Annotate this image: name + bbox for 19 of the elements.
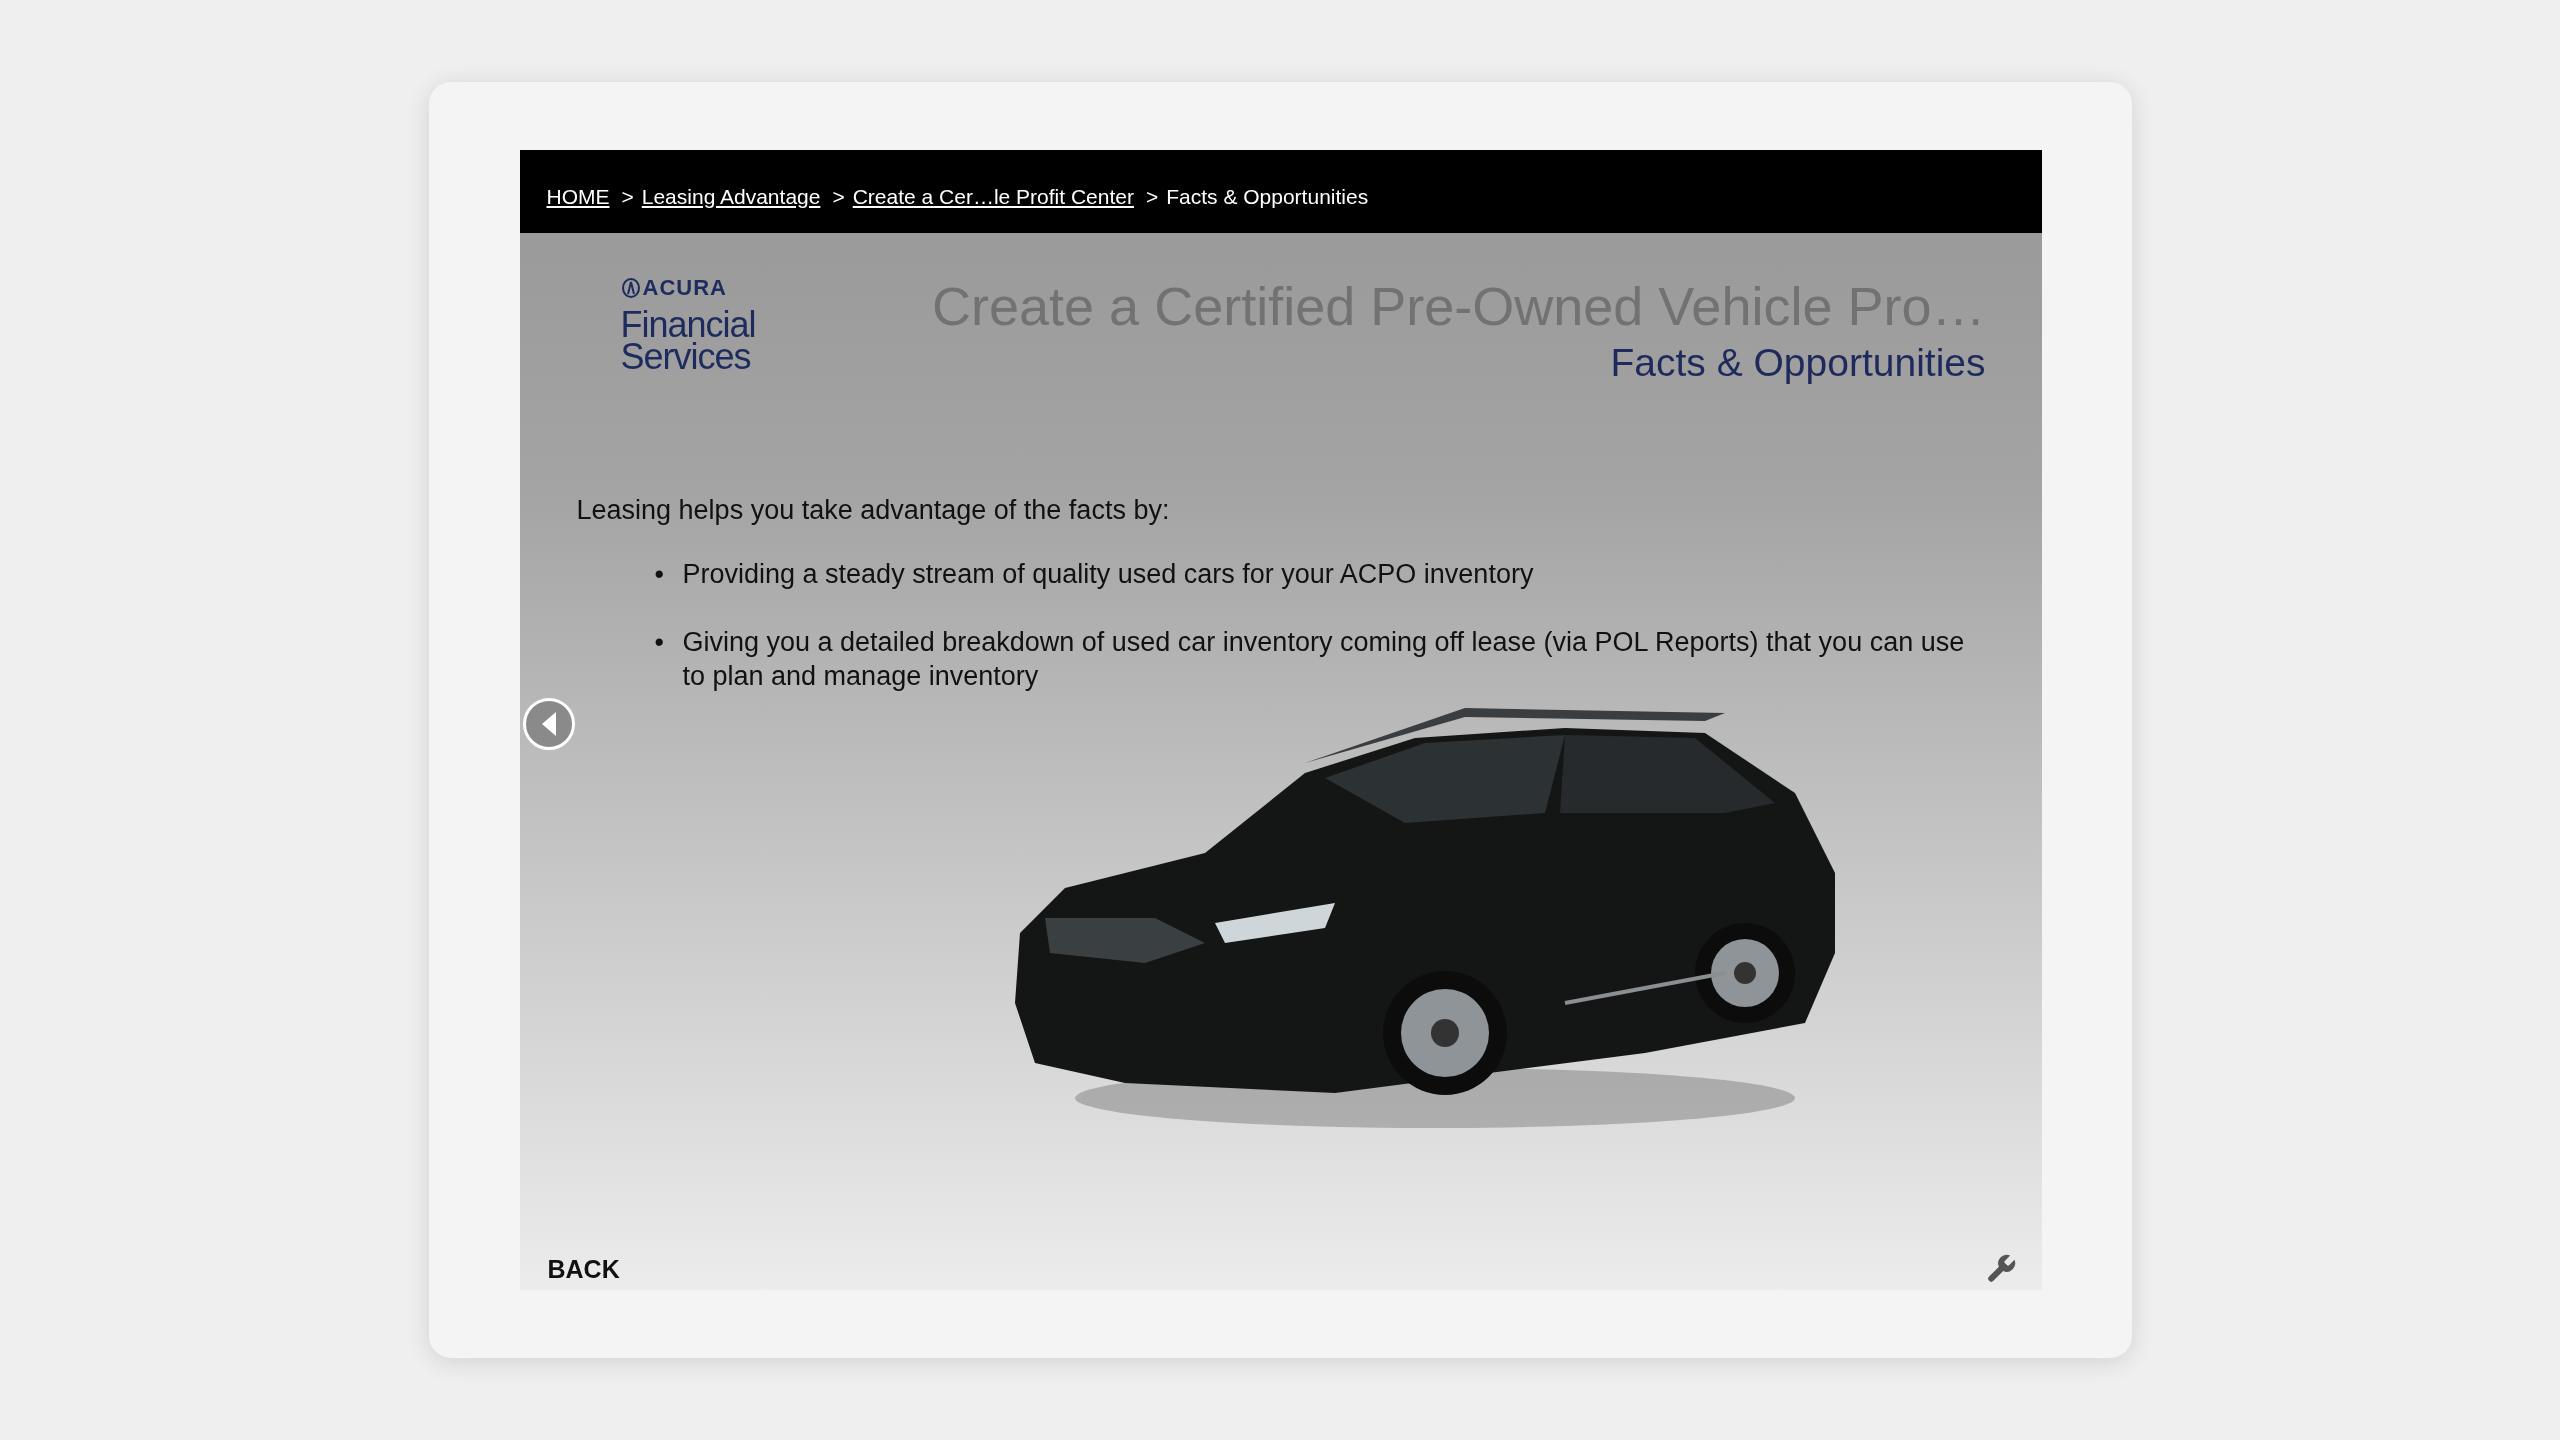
breadcrumb-current: Facts & Opportunities (1166, 184, 1369, 209)
logo-text: Services (620, 341, 751, 373)
bullet-text: Providing a steady stream of quality used cars for your ACPO inventory (682, 558, 1535, 591)
bullet-marker: • (654, 626, 665, 659)
bullet-marker: • (654, 558, 665, 591)
back-button[interactable]: BACK (547, 1254, 620, 1284)
breadcrumb-link[interactable]: Leasing Advantage (641, 184, 821, 209)
logo-text: Financial (620, 309, 756, 341)
intro-text: Leasing helps you take advantage of the facts by: (576, 494, 1171, 527)
breadcrumb-separator: > (1145, 184, 1159, 209)
page-subtitle: Facts & Opportunities (1610, 341, 1986, 385)
previous-button[interactable] (522, 698, 575, 750)
breadcrumb-link[interactable]: Create a Cer…le Profit Center (852, 184, 1134, 209)
brand-emblem-icon (620, 278, 641, 298)
bullet-text: Giving you a detailed breakdown of used car inventory coming off lease (via POL Reports) that you can use to plan and manage inventory (682, 626, 1966, 693)
breadcrumb-separator: > (621, 184, 634, 209)
brand-name: ACURA (642, 275, 727, 301)
breadcrumb-link[interactable]: HOME (546, 184, 610, 209)
breadcrumb-separator: > (832, 184, 845, 209)
